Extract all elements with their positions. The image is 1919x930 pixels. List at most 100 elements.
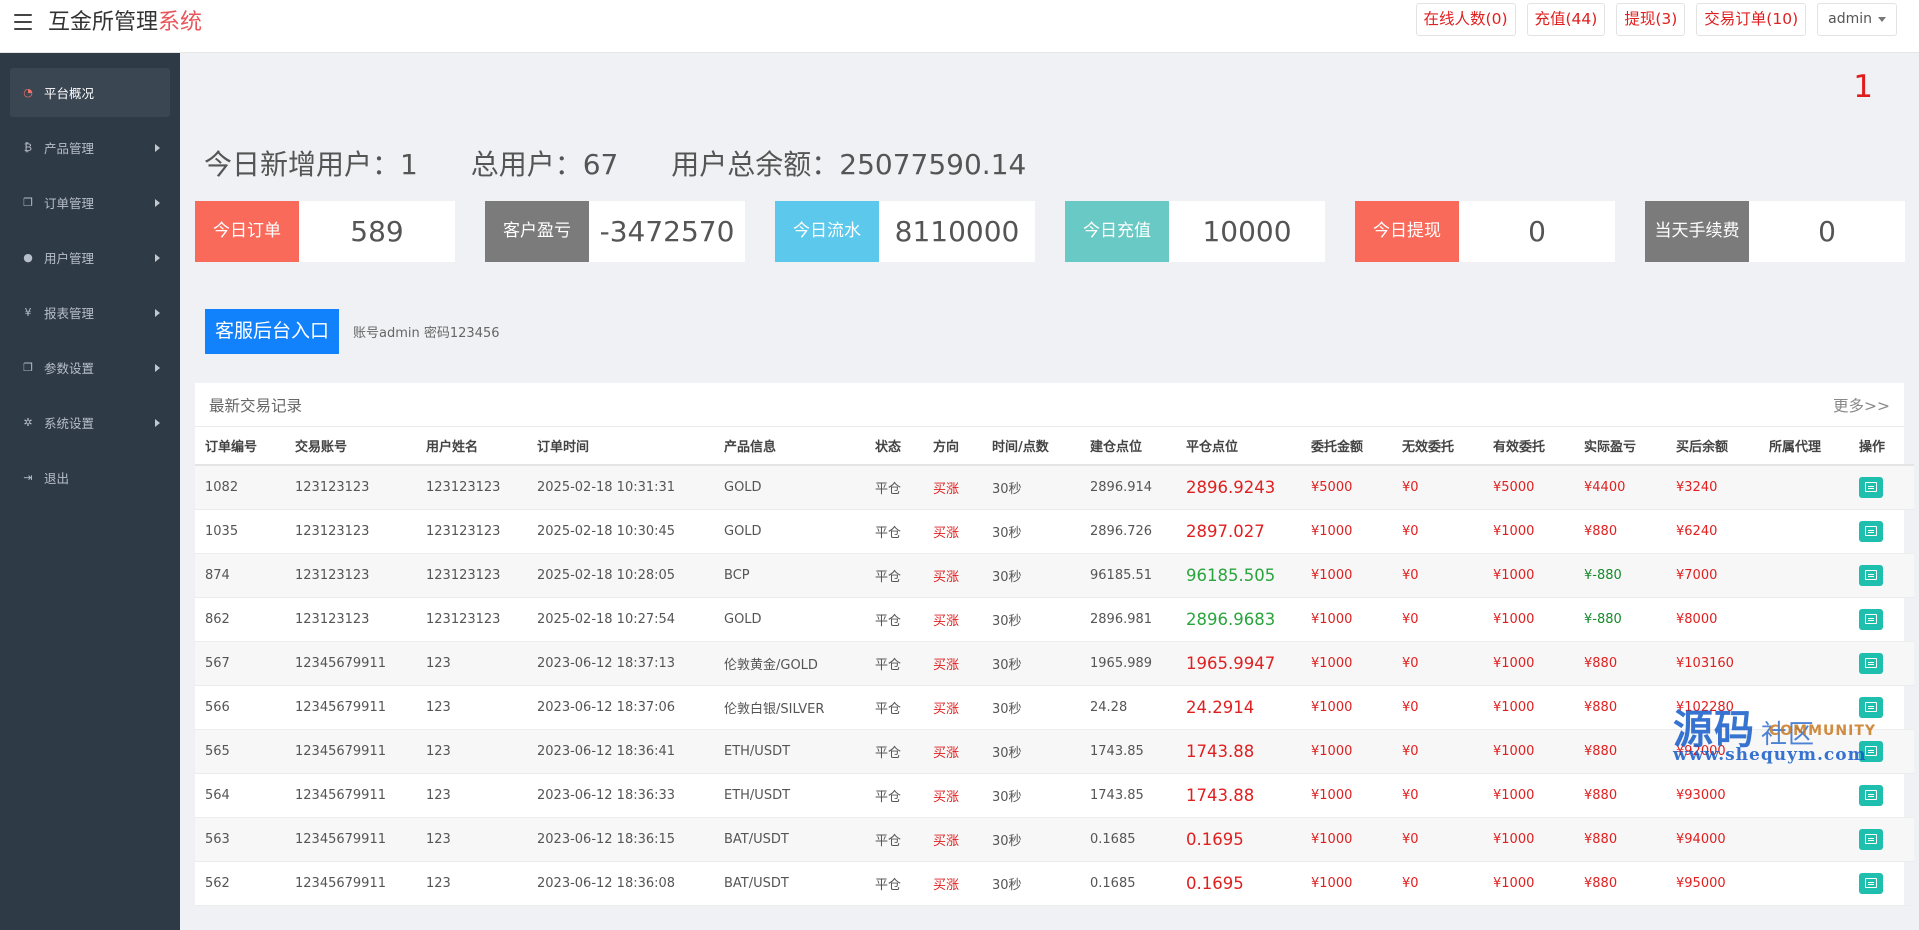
more-link[interactable]: 更多>> xyxy=(1833,394,1890,416)
recharge-button[interactable]: 充值(44) xyxy=(1526,3,1606,36)
cell-period: 30秒 xyxy=(982,597,1080,642)
user-menu-dropdown[interactable]: admin xyxy=(1817,3,1897,36)
sidebar-item-label: 平台概况 xyxy=(44,86,95,101)
cell-invalid: ¥0 xyxy=(1392,729,1483,774)
cell-balance: ¥93000 xyxy=(1666,773,1759,818)
sidebar-item-5[interactable]: ❐ 参数设置 xyxy=(10,343,170,392)
cell-open: 2896.726 xyxy=(1080,509,1176,554)
withdraw-button[interactable]: 提现(3) xyxy=(1616,3,1686,36)
cell-time: 2023-06-12 18:36:33 xyxy=(527,773,714,818)
cell-balance: ¥102280 xyxy=(1666,685,1759,730)
cell-account: 12345679911 xyxy=(285,729,416,774)
cell-name: 123123123 xyxy=(416,509,527,554)
cell-dir: 买涨 xyxy=(923,729,982,774)
cell-valid: ¥1000 xyxy=(1483,773,1574,818)
column-header: 平仓点位 xyxy=(1176,427,1301,466)
view-detail-icon[interactable] xyxy=(1859,608,1883,630)
table-row: 564 12345679911 123 2023-06-12 18:36:33 ETH/… xyxy=(195,773,1914,818)
cell-open: 24.28 xyxy=(1080,685,1176,730)
view-detail-icon[interactable] xyxy=(1859,696,1883,718)
cell-balance: ¥7000 xyxy=(1666,553,1759,598)
sidebar: ◔ 平台概况 ₿ 产品管理 ❐ 订单管理 ● 用户管理 ¥ 报表管理 ❐ 参数设置 ✲ 系统设置 ⇥ 退出 xyxy=(0,53,180,930)
cell-status: 平仓 xyxy=(865,509,923,554)
table-row: 1035 123123123 123123123 2025-02-18 10:30:4… xyxy=(195,509,1914,554)
cell-profit: ¥880 xyxy=(1574,729,1666,774)
view-detail-icon[interactable] xyxy=(1859,740,1883,762)
view-detail-icon[interactable] xyxy=(1859,828,1883,850)
sidebar-item-2[interactable]: ❐ 订单管理 xyxy=(10,178,170,227)
cell-valid: ¥1000 xyxy=(1483,641,1574,686)
chevron-right-icon xyxy=(155,364,160,372)
cell-agent xyxy=(1759,817,1849,862)
sidebar-item-3[interactable]: ● 用户管理 xyxy=(10,233,170,282)
sidebar-item-label: 退出 xyxy=(44,471,70,486)
cell-name: 123 xyxy=(416,861,527,906)
column-header: 时间/点数 xyxy=(982,427,1080,466)
view-detail-icon[interactable] xyxy=(1859,564,1883,586)
cell-id: 566 xyxy=(195,685,285,730)
main-content: 1 今日新增用户：1 总用户：67 用户总余额：25077590.14 今日订单… xyxy=(180,53,1919,930)
cell-id: 563 xyxy=(195,817,285,862)
stat-card: 今日订单 589 xyxy=(195,201,455,262)
cell-profit: ¥880 xyxy=(1574,861,1666,906)
table-row: 562 12345679911 123 2023-06-12 18:36:08 BAT/… xyxy=(195,861,1914,906)
column-header: 方向 xyxy=(923,427,982,466)
menu-toggle-icon[interactable] xyxy=(14,14,32,30)
cell-close: 2896.9243 xyxy=(1176,465,1301,510)
yen-icon: ¥ xyxy=(24,305,32,319)
total-users-stat: 总用户：67 xyxy=(470,148,619,181)
cell-open: 96185.51 xyxy=(1080,553,1176,598)
column-header: 委托金额 xyxy=(1301,427,1392,466)
cell-name: 123 xyxy=(416,641,527,686)
table-header-row: 订单编号 交易账号 用户姓名 订单时间 产品信息 状态 方向 时间/点数 建仓点位 平仓点位 委托金… xyxy=(195,427,1914,466)
sidebar-nav: ◔ 平台概况 ₿ 产品管理 ❐ 订单管理 ● 用户管理 ¥ 报表管理 ❐ 参数设置 ✲ 系统设置 ⇥ 退出 xyxy=(0,53,180,502)
cell-invalid: ¥0 xyxy=(1392,553,1483,598)
view-detail-icon[interactable] xyxy=(1859,476,1883,498)
cell-account: 123123123 xyxy=(285,597,416,642)
table-row: 563 12345679911 123 2023-06-12 18:36:15 BAT/… xyxy=(195,817,1914,862)
sidebar-item-6[interactable]: ✲ 系统设置 xyxy=(10,398,170,447)
cell-id: 562 xyxy=(195,861,285,906)
customer-service-button[interactable]: 客服后台入口 xyxy=(205,309,340,354)
stat-cards: 今日订单 589 客户盈亏 -3472570 今日流水 8110000 今日充值 10000 今… xyxy=(195,201,1905,262)
sidebar-item-1[interactable]: ₿ 产品管理 xyxy=(10,123,170,172)
column-header: 订单时间 xyxy=(527,427,714,466)
sidebar-item-4[interactable]: ¥ 报表管理 xyxy=(10,288,170,337)
online-users-button[interactable]: 在线人数(0) xyxy=(1415,3,1516,36)
cell-time: 2025-02-18 10:28:05 xyxy=(527,553,714,598)
cell-dir: 买涨 xyxy=(923,773,982,818)
cell-status: 平仓 xyxy=(865,773,923,818)
column-header: 订单编号 xyxy=(195,427,285,466)
cell-invalid: ¥0 xyxy=(1392,597,1483,642)
cell-time: 2023-06-12 18:37:13 xyxy=(527,641,714,686)
cell-account: 12345679911 xyxy=(285,861,416,906)
stat-card-value: 0 xyxy=(1818,215,1836,248)
sidebar-item-0[interactable]: ◔ 平台概况 xyxy=(10,68,170,117)
cell-action xyxy=(1849,729,1914,774)
cell-agent xyxy=(1759,773,1849,818)
cell-time: 2023-06-12 18:36:15 xyxy=(527,817,714,862)
view-detail-icon[interactable] xyxy=(1859,872,1883,894)
cell-profit: ¥4400 xyxy=(1574,465,1666,510)
view-detail-icon[interactable] xyxy=(1859,652,1883,674)
view-detail-icon[interactable] xyxy=(1859,784,1883,806)
cell-name: 123 xyxy=(416,729,527,774)
stat-card-label: 客户盈亏 xyxy=(485,201,589,262)
sidebar-item-7[interactable]: ⇥ 退出 xyxy=(10,453,170,502)
chevron-right-icon xyxy=(155,254,160,262)
cell-id: 1082 xyxy=(195,465,285,510)
cell-close: 0.1695 xyxy=(1176,817,1301,862)
cell-valid: ¥1000 xyxy=(1483,553,1574,598)
cell-amount: ¥1000 xyxy=(1301,509,1392,554)
cell-profit: ¥880 xyxy=(1574,641,1666,686)
trade-orders-button[interactable]: 交易订单(10) xyxy=(1696,3,1807,36)
cell-amount: ¥1000 xyxy=(1301,817,1392,862)
cell-account: 12345679911 xyxy=(285,773,416,818)
stat-card: 今日充值 10000 xyxy=(1065,201,1325,262)
trades-panel-header: 最新交易记录 更多>> xyxy=(195,383,1904,427)
cell-id: 567 xyxy=(195,641,285,686)
cell-time: 2023-06-12 18:36:08 xyxy=(527,861,714,906)
cell-dir: 买涨 xyxy=(923,465,982,510)
column-header: 建仓点位 xyxy=(1080,427,1176,466)
view-detail-icon[interactable] xyxy=(1859,520,1883,542)
